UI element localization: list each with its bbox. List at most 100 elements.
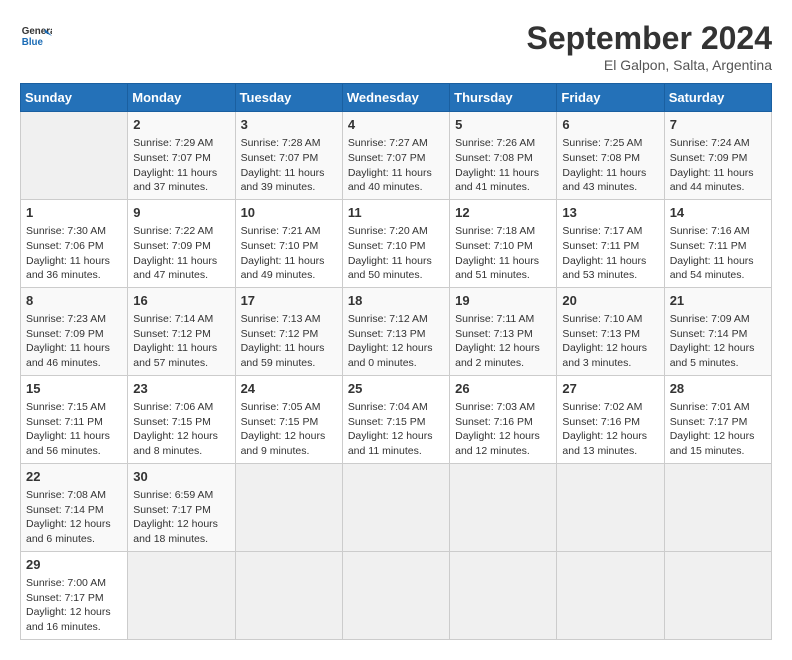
day-info: Daylight: 12 hours and 9 minutes. xyxy=(241,429,337,458)
day-info: Sunset: 7:09 PM xyxy=(670,151,766,166)
calendar-cell: 11Sunrise: 7:20 AMSunset: 7:10 PMDayligh… xyxy=(342,199,449,287)
calendar-cell xyxy=(235,551,342,639)
day-info: Sunset: 7:10 PM xyxy=(241,239,337,254)
calendar-cell: 25Sunrise: 7:04 AMSunset: 7:15 PMDayligh… xyxy=(342,375,449,463)
day-info: Sunrise: 7:24 AM xyxy=(670,136,766,151)
calendar-cell xyxy=(450,463,557,551)
day-number: 15 xyxy=(26,380,122,398)
day-info: Sunset: 7:07 PM xyxy=(241,151,337,166)
day-info: Daylight: 12 hours and 16 minutes. xyxy=(26,605,122,634)
day-info: Daylight: 11 hours and 40 minutes. xyxy=(348,166,444,195)
col-header-wednesday: Wednesday xyxy=(342,84,449,112)
day-info: Sunset: 7:13 PM xyxy=(348,327,444,342)
calendar-cell: 5Sunrise: 7:26 AMSunset: 7:08 PMDaylight… xyxy=(450,112,557,200)
day-info: Daylight: 12 hours and 11 minutes. xyxy=(348,429,444,458)
day-info: Sunrise: 7:13 AM xyxy=(241,312,337,327)
day-info: Sunrise: 7:09 AM xyxy=(670,312,766,327)
day-info: Sunrise: 7:14 AM xyxy=(133,312,229,327)
day-info: Sunrise: 7:30 AM xyxy=(26,224,122,239)
day-info: Sunrise: 7:21 AM xyxy=(241,224,337,239)
calendar-cell: 4Sunrise: 7:27 AMSunset: 7:07 PMDaylight… xyxy=(342,112,449,200)
day-info: Daylight: 11 hours and 49 minutes. xyxy=(241,254,337,283)
calendar-cell xyxy=(557,463,664,551)
day-info: Sunset: 7:13 PM xyxy=(562,327,658,342)
day-info: Sunrise: 7:05 AM xyxy=(241,400,337,415)
calendar-cell: 21Sunrise: 7:09 AMSunset: 7:14 PMDayligh… xyxy=(664,287,771,375)
col-header-friday: Friday xyxy=(557,84,664,112)
calendar-cell: 6Sunrise: 7:25 AMSunset: 7:08 PMDaylight… xyxy=(557,112,664,200)
calendar-cell: 24Sunrise: 7:05 AMSunset: 7:15 PMDayligh… xyxy=(235,375,342,463)
day-info: Sunset: 7:17 PM xyxy=(670,415,766,430)
calendar-cell: 23Sunrise: 7:06 AMSunset: 7:15 PMDayligh… xyxy=(128,375,235,463)
day-info: Daylight: 12 hours and 6 minutes. xyxy=(26,517,122,546)
day-info: Sunset: 7:12 PM xyxy=(241,327,337,342)
day-info: Sunset: 7:16 PM xyxy=(455,415,551,430)
day-info: Daylight: 12 hours and 5 minutes. xyxy=(670,341,766,370)
day-info: Daylight: 12 hours and 3 minutes. xyxy=(562,341,658,370)
day-info: Sunset: 7:15 PM xyxy=(133,415,229,430)
day-info: Sunrise: 7:12 AM xyxy=(348,312,444,327)
day-info: Sunrise: 6:59 AM xyxy=(133,488,229,503)
calendar-cell: 1Sunrise: 7:30 AMSunset: 7:06 PMDaylight… xyxy=(21,199,128,287)
calendar-cell: 28Sunrise: 7:01 AMSunset: 7:17 PMDayligh… xyxy=(664,375,771,463)
day-info: Sunrise: 7:11 AM xyxy=(455,312,551,327)
day-info: Sunset: 7:15 PM xyxy=(348,415,444,430)
col-header-tuesday: Tuesday xyxy=(235,84,342,112)
day-number: 8 xyxy=(26,292,122,310)
day-number: 22 xyxy=(26,468,122,486)
day-info: Daylight: 11 hours and 47 minutes. xyxy=(133,254,229,283)
calendar-cell: 26Sunrise: 7:03 AMSunset: 7:16 PMDayligh… xyxy=(450,375,557,463)
day-info: Sunrise: 7:20 AM xyxy=(348,224,444,239)
day-info: Sunset: 7:14 PM xyxy=(26,503,122,518)
day-number: 27 xyxy=(562,380,658,398)
day-number: 6 xyxy=(562,116,658,134)
day-info: Sunset: 7:15 PM xyxy=(241,415,337,430)
calendar-cell xyxy=(664,551,771,639)
calendar-cell: 30Sunrise: 6:59 AMSunset: 7:17 PMDayligh… xyxy=(128,463,235,551)
day-info: Daylight: 11 hours and 46 minutes. xyxy=(26,341,122,370)
day-info: Daylight: 11 hours and 36 minutes. xyxy=(26,254,122,283)
day-info: Sunset: 7:09 PM xyxy=(133,239,229,254)
day-info: Daylight: 12 hours and 13 minutes. xyxy=(562,429,658,458)
day-number: 20 xyxy=(562,292,658,310)
day-number: 10 xyxy=(241,204,337,222)
day-number: 19 xyxy=(455,292,551,310)
day-number: 2 xyxy=(133,116,229,134)
calendar-cell: 29Sunrise: 7:00 AMSunset: 7:17 PMDayligh… xyxy=(21,551,128,639)
day-info: Daylight: 12 hours and 15 minutes. xyxy=(670,429,766,458)
day-number: 18 xyxy=(348,292,444,310)
day-info: Daylight: 12 hours and 12 minutes. xyxy=(455,429,551,458)
day-number: 11 xyxy=(348,204,444,222)
calendar-cell: 16Sunrise: 7:14 AMSunset: 7:12 PMDayligh… xyxy=(128,287,235,375)
day-info: Sunrise: 7:25 AM xyxy=(562,136,658,151)
calendar-cell xyxy=(664,463,771,551)
day-info: Sunrise: 7:15 AM xyxy=(26,400,122,415)
day-number: 5 xyxy=(455,116,551,134)
day-number: 7 xyxy=(670,116,766,134)
location: El Galpon, Salta, Argentina xyxy=(527,57,772,73)
day-info: Sunrise: 7:26 AM xyxy=(455,136,551,151)
day-info: Sunrise: 7:00 AM xyxy=(26,576,122,591)
day-info: Sunset: 7:08 PM xyxy=(562,151,658,166)
day-info: Sunrise: 7:04 AM xyxy=(348,400,444,415)
day-info: Daylight: 11 hours and 57 minutes. xyxy=(133,341,229,370)
calendar-cell xyxy=(557,551,664,639)
col-header-saturday: Saturday xyxy=(664,84,771,112)
day-number: 28 xyxy=(670,380,766,398)
day-info: Sunrise: 7:10 AM xyxy=(562,312,658,327)
day-info: Daylight: 11 hours and 59 minutes. xyxy=(241,341,337,370)
day-info: Sunset: 7:13 PM xyxy=(455,327,551,342)
day-info: Daylight: 11 hours and 56 minutes. xyxy=(26,429,122,458)
calendar-cell: 3Sunrise: 7:28 AMSunset: 7:07 PMDaylight… xyxy=(235,112,342,200)
col-header-thursday: Thursday xyxy=(450,84,557,112)
day-info: Sunset: 7:17 PM xyxy=(133,503,229,518)
day-info: Daylight: 11 hours and 50 minutes. xyxy=(348,254,444,283)
calendar-cell: 15Sunrise: 7:15 AMSunset: 7:11 PMDayligh… xyxy=(21,375,128,463)
calendar-cell: 27Sunrise: 7:02 AMSunset: 7:16 PMDayligh… xyxy=(557,375,664,463)
day-info: Sunset: 7:12 PM xyxy=(133,327,229,342)
day-info: Sunrise: 7:23 AM xyxy=(26,312,122,327)
day-info: Sunset: 7:10 PM xyxy=(455,239,551,254)
day-info: Sunrise: 7:03 AM xyxy=(455,400,551,415)
calendar-cell xyxy=(342,463,449,551)
day-info: Sunset: 7:09 PM xyxy=(26,327,122,342)
